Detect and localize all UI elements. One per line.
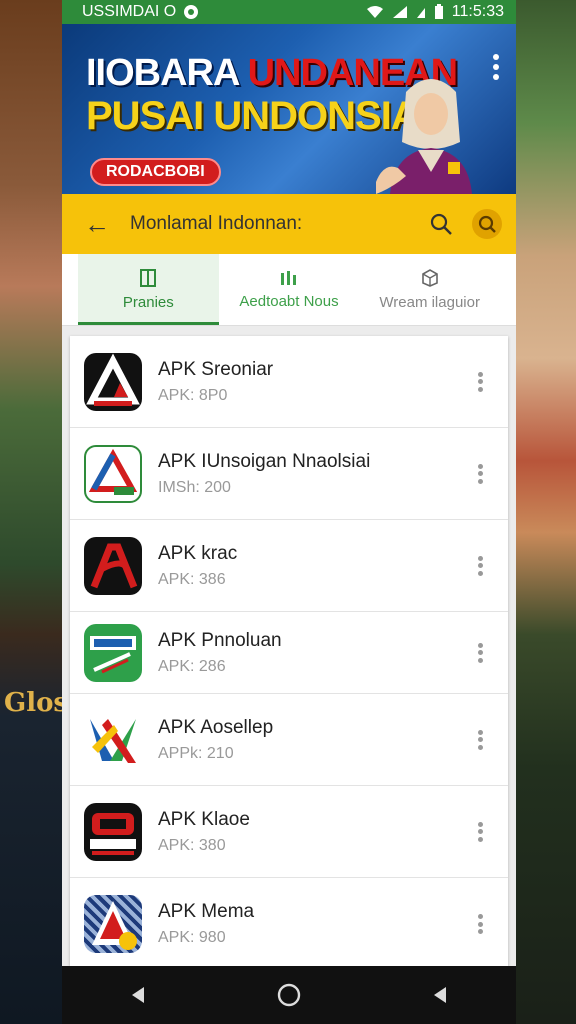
- kora-red-icon: [84, 802, 142, 861]
- clock: 11:5:33: [451, 3, 504, 20]
- app-bar: ← Monlamal Indonnan:: [62, 194, 516, 254]
- tab-pranies[interactable]: Pranies: [78, 254, 219, 325]
- category-tabs: Pranies Aedtoabt Nous Wream ilaguior: [62, 254, 516, 326]
- app-version: IMSh: 200: [158, 478, 231, 496]
- tab-label: Pranies: [122, 294, 174, 311]
- list-item[interactable]: APK Aosellep APPk: 210: [70, 694, 508, 786]
- more-options-icon[interactable]: [476, 371, 484, 392]
- status-bar: USSIMDAI O 11:5:33: [62, 0, 516, 24]
- more-options-icon[interactable]: [476, 463, 484, 484]
- profile-search-icon[interactable]: [472, 209, 502, 239]
- app-version: APPk: 210: [158, 744, 234, 762]
- app-title: APK Klaoe: [158, 808, 250, 830]
- a-triangle-color-icon: [84, 444, 142, 503]
- more-options-icon[interactable]: [476, 914, 484, 934]
- battery-icon: [434, 4, 443, 19]
- nav-recents-icon[interactable]: [420, 975, 460, 1015]
- more-options-icon[interactable]: [476, 821, 484, 842]
- signal-icon: [392, 6, 407, 18]
- banner-cta-pill[interactable]: RODACBOBI: [90, 158, 221, 186]
- app-version: APK: 8P0: [158, 386, 228, 404]
- tab-wream[interactable]: Wream ilaguior: [359, 254, 500, 325]
- a-triangle-black-icon: [84, 352, 142, 411]
- phone-screen: USSIMDAI O 11:5:33 IIOBARA UNDANEAN PUSA…: [62, 0, 516, 1024]
- a-pattern-icon: [84, 895, 142, 953]
- bars-icon: [281, 271, 296, 285]
- nav-home-icon[interactable]: [269, 975, 309, 1015]
- app-version: APK: 380: [158, 836, 226, 854]
- list-item[interactable]: APK Klaoe APK: 380: [70, 786, 508, 878]
- app-version: APK: 386: [158, 570, 226, 588]
- app-list: APK Sreoniar APK: 8P0 APK IUnsoigan Nnao…: [70, 336, 508, 966]
- back-arrow-icon[interactable]: ←: [84, 209, 120, 240]
- list-item[interactable]: APK krac APK: 386: [70, 520, 508, 612]
- nav-back-icon[interactable]: [118, 975, 158, 1015]
- system-nav-bar: [62, 966, 516, 1024]
- box-icon: [421, 269, 438, 287]
- app-version: APK: 980: [158, 929, 226, 946]
- carrier-label: USSIMDAI O: [82, 3, 177, 20]
- app-title: APK IUnsoigan Nnaolsiai: [158, 450, 371, 472]
- notification-icon: [184, 5, 199, 19]
- app-title: APK Aosellep: [158, 716, 274, 738]
- tab-label: Aedtoabt Nous: [239, 293, 339, 310]
- app-title: APK krac: [158, 542, 238, 564]
- tab-news[interactable]: Aedtoabt Nous: [219, 254, 360, 325]
- backdrop-left-text: Glos: [4, 688, 69, 718]
- list-item[interactable]: APK Pnnoluan APK: 286: [70, 612, 508, 694]
- app-title: APK Mema: [158, 901, 255, 922]
- more-options-icon[interactable]: [476, 555, 484, 576]
- list-item[interactable]: APK IUnsoigan Nnaolsiai IMSh: 200: [70, 428, 508, 520]
- app-title: APK Pnnoluan: [158, 629, 282, 651]
- tab-label: Wream ilaguior: [379, 294, 480, 311]
- promo-banner[interactable]: IIOBARA UNDANEAN PUSAI UNDONSIA! RODACBO…: [62, 24, 516, 194]
- app-green-icon: [84, 623, 142, 682]
- banner-headline-white: IIOBARA: [86, 52, 239, 94]
- page-title: Monlamal Indonnan:: [130, 213, 303, 234]
- more-options-icon[interactable]: [476, 729, 484, 750]
- x-color-icon: [84, 710, 142, 769]
- signal-icon-2: [416, 8, 425, 18]
- backdrop-left-panel: [0, 0, 62, 1024]
- banner-menu-icon[interactable]: [492, 54, 500, 80]
- search-icon[interactable]: [428, 211, 454, 237]
- grid-icon: [140, 269, 157, 287]
- app-version: APK: 286: [158, 657, 226, 675]
- ap-logo-black-icon: [84, 536, 142, 595]
- list-item[interactable]: APK Sreoniar APK: 8P0: [70, 336, 508, 428]
- list-item[interactable]: APK Mema APK: 980: [70, 878, 508, 966]
- backdrop-right-panel: [516, 0, 576, 1024]
- more-options-icon[interactable]: [476, 642, 484, 663]
- wifi-icon: [366, 6, 383, 18]
- presenter-illustration: [376, 79, 472, 194]
- app-title: APK Sreoniar: [158, 358, 274, 380]
